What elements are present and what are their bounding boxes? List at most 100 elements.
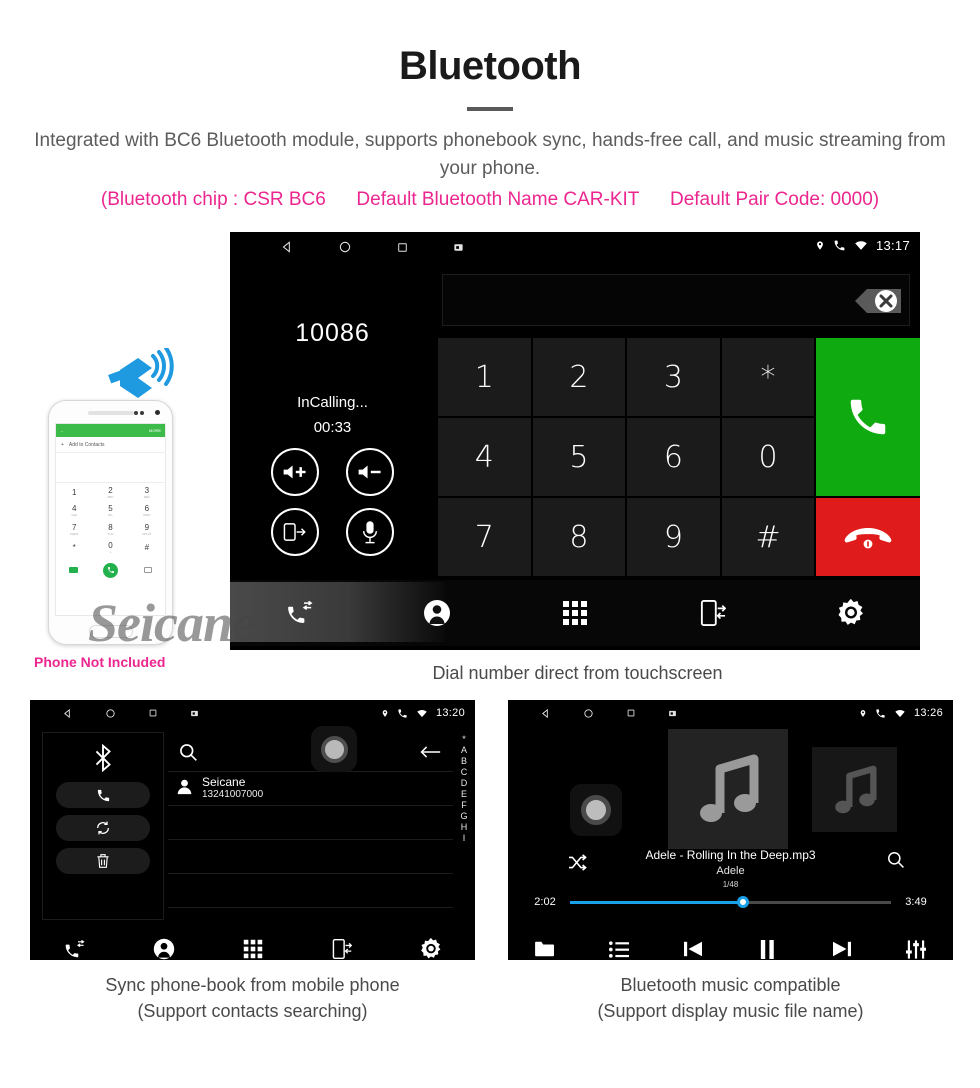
recents-square-icon[interactable] bbox=[626, 708, 636, 718]
dial-key-#[interactable]: # bbox=[721, 498, 815, 576]
dial-key-6[interactable]: 6 bbox=[627, 418, 720, 496]
dial-key-1[interactable]: 1 bbox=[438, 338, 531, 416]
album-art-carousel[interactable] bbox=[508, 726, 953, 849]
alpha-index-H[interactable]: H bbox=[461, 822, 468, 832]
delete-contacts-button[interactable] bbox=[56, 848, 150, 874]
phone-add-contact-label: Add to Contacts bbox=[68, 441, 105, 448]
dial-key-*[interactable]: * bbox=[721, 338, 815, 416]
screenshot-icon[interactable] bbox=[190, 709, 199, 718]
wifi-icon bbox=[416, 709, 428, 718]
dial-key-0[interactable]: 0 bbox=[721, 418, 815, 496]
transfer-to-phone-button[interactable] bbox=[271, 508, 320, 556]
settings-tab[interactable] bbox=[386, 938, 475, 960]
phone-number-field bbox=[56, 453, 165, 483]
alpha-index-G[interactable]: G bbox=[460, 811, 467, 821]
back-arrow-icon[interactable] bbox=[419, 744, 441, 760]
volume-up-button[interactable] bbox=[271, 448, 320, 496]
dial-key-3[interactable]: 3 bbox=[627, 338, 720, 416]
alpha-index-I[interactable]: I bbox=[463, 833, 466, 843]
sync-contacts-button[interactable] bbox=[56, 815, 150, 841]
spec-chip: (Bluetooth chip : CSR BC6 bbox=[100, 189, 326, 210]
track-metadata: Adele - Rolling In the Deep.mp3 Adele 1/… bbox=[508, 848, 953, 889]
call-button[interactable] bbox=[816, 338, 920, 496]
recents-square-icon[interactable] bbox=[396, 241, 409, 254]
call-timer: 00:33 bbox=[313, 419, 352, 436]
phone-more-label: MORE bbox=[149, 428, 161, 433]
home-circle-icon[interactable] bbox=[338, 240, 352, 254]
bluetooth-signal-graphic bbox=[106, 346, 188, 406]
volume-down-button[interactable] bbox=[345, 448, 394, 496]
contacts-tab[interactable] bbox=[368, 599, 506, 627]
dial-button[interactable] bbox=[56, 782, 150, 808]
back-triangle-icon[interactable] bbox=[280, 240, 294, 254]
dial-key-9[interactable]: 9 bbox=[627, 498, 720, 576]
home-circle-icon[interactable] bbox=[583, 708, 594, 719]
phone-sync-tab[interactable] bbox=[644, 599, 782, 627]
back-triangle-icon[interactable] bbox=[62, 708, 73, 719]
equalizer-button[interactable] bbox=[879, 939, 953, 959]
contact-number: 13241007000 bbox=[202, 789, 264, 800]
dialer-status-bar: 13:17 bbox=[230, 232, 920, 262]
mute-mic-button[interactable] bbox=[345, 508, 394, 556]
settings-tab[interactable] bbox=[782, 599, 920, 627]
search-icon[interactable] bbox=[178, 742, 198, 762]
alpha-index-B[interactable]: B bbox=[461, 756, 467, 766]
dial-key-5[interactable]: 5 bbox=[532, 418, 626, 496]
track-position: 1/48 bbox=[722, 880, 739, 889]
feature-description: Integrated with BC6 Bluetooth module, su… bbox=[34, 130, 946, 179]
alpha-index-C[interactable]: C bbox=[461, 767, 468, 777]
music-control-bar bbox=[508, 926, 953, 960]
call-log-tab[interactable] bbox=[30, 939, 119, 959]
dial-key-4[interactable]: 4 bbox=[438, 418, 531, 496]
contacts-tab[interactable] bbox=[119, 938, 208, 960]
backspace-button[interactable] bbox=[837, 284, 903, 318]
next-track-button[interactable] bbox=[805, 940, 879, 958]
back-triangle-icon[interactable] bbox=[540, 708, 551, 719]
search-icon[interactable] bbox=[886, 850, 905, 869]
dial-key-7[interactable]: 7 bbox=[438, 498, 531, 576]
dial-key-8[interactable]: 8 bbox=[532, 498, 626, 576]
contact-row-empty[interactable] bbox=[168, 840, 453, 874]
phone-sync-tab[interactable] bbox=[297, 938, 386, 960]
alpha-index-F[interactable]: F bbox=[461, 800, 467, 810]
alpha-index-*[interactable]: * bbox=[462, 734, 466, 744]
elapsed-time: 2:02 bbox=[534, 896, 556, 908]
dialer-keypad[interactable]: 1 2 3 * 4 5 6 0 7 8 9 # bbox=[438, 338, 920, 576]
seek-bar-row[interactable]: 2:02 3:49 bbox=[508, 889, 953, 908]
screenshot-icon[interactable] bbox=[453, 242, 464, 253]
album-art-next[interactable] bbox=[812, 747, 897, 832]
progress-slider[interactable] bbox=[570, 896, 891, 908]
home-circle-icon[interactable] bbox=[105, 708, 116, 719]
alpha-index-E[interactable]: E bbox=[461, 789, 467, 799]
call-log-tab[interactable] bbox=[230, 601, 368, 625]
screenshot-icon[interactable] bbox=[668, 709, 677, 718]
caption-phonebook-line1: Sync phone-book from mobile phone bbox=[105, 975, 400, 995]
alphabet-index[interactable]: * A B C D E F G H I bbox=[453, 726, 475, 926]
contact-row-empty[interactable] bbox=[168, 874, 453, 908]
recents-square-icon[interactable] bbox=[148, 708, 158, 718]
album-art-current[interactable] bbox=[668, 729, 788, 849]
shuffle-icon[interactable] bbox=[568, 854, 587, 871]
dial-key-2[interactable]: 2 bbox=[532, 338, 626, 416]
status-time: 13:17 bbox=[875, 237, 910, 253]
alpha-index-D[interactable]: D bbox=[461, 778, 468, 788]
previous-track-button[interactable] bbox=[656, 940, 730, 958]
keypad-tab[interactable] bbox=[506, 600, 644, 626]
keypad-tab[interactable] bbox=[208, 939, 297, 959]
contact-list[interactable]: Seicane 13241007000 bbox=[168, 772, 453, 942]
wifi-icon bbox=[894, 709, 906, 718]
alpha-index-A[interactable]: A bbox=[461, 745, 467, 755]
product-feature-page: Bluetooth Integrated with BC6 Bluetooth … bbox=[0, 0, 980, 1088]
location-pin-icon bbox=[381, 708, 389, 719]
volume-knob-overlay bbox=[311, 726, 357, 772]
playlist-button[interactable] bbox=[582, 940, 656, 958]
status-time: 13:26 bbox=[913, 707, 943, 719]
pause-button[interactable] bbox=[731, 939, 805, 959]
number-input-field[interactable] bbox=[442, 274, 910, 326]
caption-music-line1: Bluetooth music compatible bbox=[620, 975, 841, 995]
contact-search-bar[interactable] bbox=[168, 726, 453, 772]
contact-row[interactable]: Seicane 13241007000 bbox=[168, 772, 453, 806]
contact-row-empty[interactable] bbox=[168, 806, 453, 840]
hangup-button[interactable] bbox=[816, 498, 920, 576]
browse-folder-button[interactable] bbox=[508, 940, 582, 958]
